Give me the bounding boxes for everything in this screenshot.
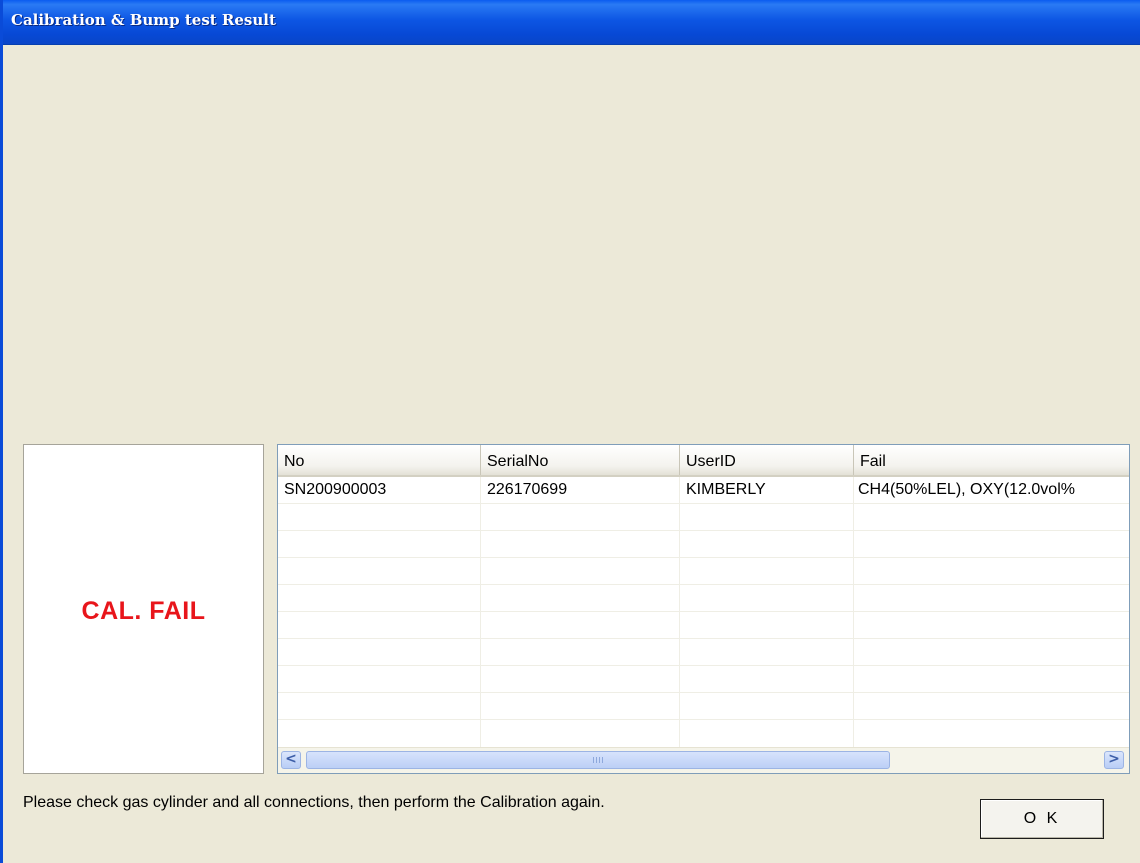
table-row-empty[interactable]	[278, 666, 1129, 693]
column-header-userid[interactable]: UserID	[680, 445, 854, 475]
column-header-serialno[interactable]: SerialNo	[481, 445, 680, 475]
cell-empty	[278, 666, 481, 693]
instruction-message: Please check gas cylinder and all connec…	[23, 794, 605, 811]
cell-empty	[481, 666, 680, 693]
cell-empty	[481, 531, 680, 558]
cell-userid: KIMBERLY	[680, 477, 854, 504]
cell-empty	[481, 720, 680, 747]
result-grid[interactable]: No SerialNo UserID Fail SN200900003 2261…	[277, 444, 1130, 774]
cell-empty	[278, 720, 481, 747]
cell-fail: CH4(50%LEL), OXY(12.0vol%	[858, 481, 1075, 498]
cell-empty	[481, 585, 680, 612]
table-row-empty[interactable]	[278, 720, 1129, 747]
cell-empty	[680, 720, 854, 747]
cell-empty	[278, 585, 481, 612]
cell-serialno: 226170699	[481, 477, 680, 504]
cell-empty	[680, 504, 854, 531]
cell-empty	[278, 639, 481, 666]
grip-icon	[593, 757, 603, 763]
table-row-empty[interactable]	[278, 612, 1129, 639]
table-row-empty[interactable]	[278, 639, 1129, 666]
cell-empty	[680, 558, 854, 585]
cell-empty	[680, 612, 854, 639]
cell-empty	[278, 504, 481, 531]
horizontal-scrollbar[interactable]: < >	[278, 747, 1129, 773]
cell-empty	[278, 612, 481, 639]
cell-empty	[680, 666, 854, 693]
cell-no: SN200900003	[278, 477, 481, 504]
cell-empty	[680, 585, 854, 612]
table-row[interactable]: SN200900003 226170699 KIMBERLY CH4(50%LE…	[278, 477, 1129, 504]
cell-empty	[680, 693, 854, 720]
result-dialog: Calibration & Bump test Result CAL. FAIL…	[0, 0, 1140, 863]
cell-empty	[481, 558, 680, 585]
result-panel: CAL. FAIL	[23, 444, 264, 774]
cell-empty	[481, 693, 680, 720]
cell-empty	[680, 639, 854, 666]
scroll-right-button[interactable]: >	[1104, 751, 1124, 769]
table-row-empty[interactable]	[278, 585, 1129, 612]
scrollbar-thumb[interactable]	[306, 751, 890, 769]
cell-empty	[680, 531, 854, 558]
column-header-fail[interactable]: Fail	[854, 445, 1129, 475]
grid-rows: SN200900003 226170699 KIMBERLY CH4(50%LE…	[278, 477, 1129, 747]
grid-header: No SerialNo UserID Fail	[278, 445, 1129, 477]
cell-empty	[481, 612, 680, 639]
title-bar[interactable]: Calibration & Bump test Result	[3, 0, 1140, 45]
table-row-empty[interactable]	[278, 504, 1129, 531]
table-row-empty[interactable]	[278, 558, 1129, 585]
cell-empty	[481, 639, 680, 666]
window-title: Calibration & Bump test Result	[11, 11, 276, 29]
result-status: CAL. FAIL	[81, 597, 206, 625]
cell-empty	[278, 558, 481, 585]
cell-empty	[278, 693, 481, 720]
scroll-left-button[interactable]: <	[281, 751, 301, 769]
cell-empty	[481, 504, 680, 531]
ok-button[interactable]: O K	[980, 799, 1104, 839]
column-header-no[interactable]: No	[278, 445, 481, 475]
table-row-empty[interactable]	[278, 531, 1129, 558]
cell-empty	[278, 531, 481, 558]
table-row-empty[interactable]	[278, 693, 1129, 720]
